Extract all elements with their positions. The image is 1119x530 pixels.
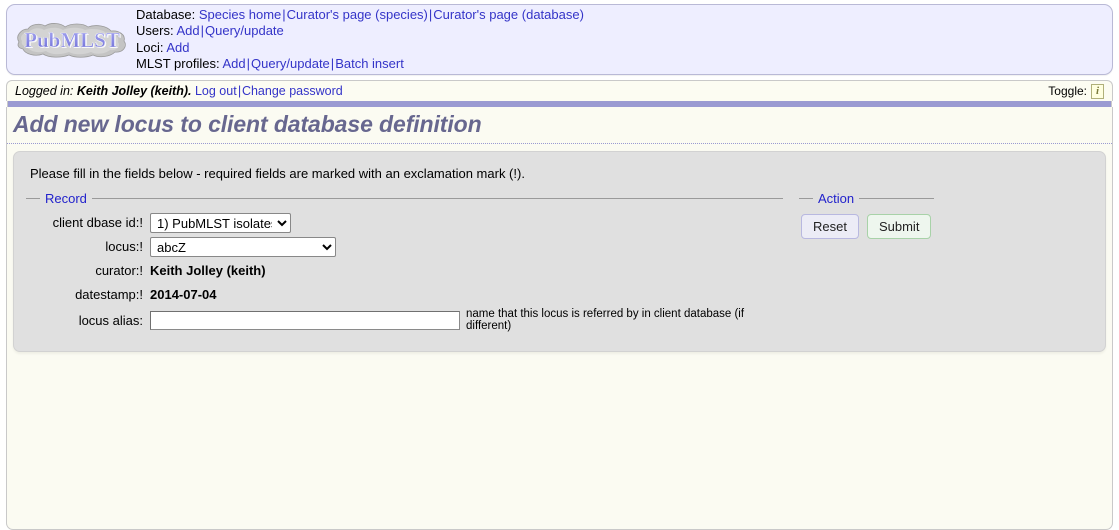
logged-in-prefix: Logged in: (15, 83, 74, 98)
label-locus: locus:! (105, 239, 143, 254)
field-row-client-dbase-id: client dbase id:! 1) PubMLST isolates (26, 212, 783, 233)
link-users-query-update[interactable]: Query/update (205, 23, 284, 38)
svg-text:PubMLST: PubMLST (24, 28, 120, 52)
field-row-curator: curator:! Keith Jolley (keith) (26, 260, 783, 281)
value-curator: Keith Jolley (keith) (150, 263, 266, 278)
link-profiles-query-update[interactable]: Query/update (251, 56, 330, 71)
nav-label-database: Database: (136, 6, 196, 22)
action-buttons: Reset Submit (799, 212, 934, 239)
form-panel: Please fill in the fields below - requir… (13, 151, 1106, 352)
form-columns: Record client dbase id:! 1) PubMLST isol… (26, 191, 1093, 335)
link-species-home[interactable]: Species home (199, 7, 281, 22)
nav-line-mlst-profiles: MLST profiles: Add|Query/update|Batch in… (136, 56, 1112, 73)
nav-line-users: Users: Add|Query/update (136, 23, 1112, 40)
link-profiles-batch-insert[interactable]: Batch insert (335, 56, 404, 71)
action-legend: Action (818, 191, 855, 206)
logged-in-user: Keith Jolley (keith). (76, 83, 192, 98)
reset-button[interactable]: Reset (801, 214, 859, 239)
field-row-locus: locus:! abcZ (26, 236, 783, 257)
toggle-label: Toggle: (1048, 83, 1087, 98)
client-dbase-id-select[interactable]: 1) PubMLST isolates (150, 212, 291, 233)
pubmlst-logo: PubMLST PubMLST (7, 20, 132, 60)
label-datestamp: datestamp:! (75, 287, 143, 302)
content-shell: Add new locus to client database definit… (6, 107, 1113, 530)
field-row-datestamp: datestamp:! 2014-07-04 (26, 284, 783, 305)
header-navigation: Database: Species home|Curator's page (s… (132, 7, 1112, 73)
label-client-dbase-id: client dbase id:! (52, 215, 143, 230)
toggle-area: Toggle: i (1048, 81, 1104, 102)
nav-label-loci: Loci: (136, 39, 164, 55)
locus-alias-hint: name that this locus is referred by in c… (466, 308, 745, 332)
nav-line-loci: Loci: Add (136, 40, 1112, 57)
locus-alias-input[interactable] (150, 310, 460, 330)
link-curators-page-species[interactable]: Curator's page (species) (287, 7, 428, 22)
value-datestamp: 2014-07-04 (150, 287, 217, 302)
form-instruction: Please fill in the fields below - requir… (30, 166, 525, 181)
locus-select[interactable]: abcZ (150, 236, 336, 257)
submit-button[interactable]: Submit (866, 214, 932, 239)
link-loci-add[interactable]: Add (166, 40, 189, 55)
login-status-bar: Logged in: Keith Jolley (keith). Log out… (6, 80, 1113, 101)
change-password-link[interactable]: Change password (242, 84, 343, 98)
nav-line-database: Database: Species home|Curator's page (s… (136, 7, 1112, 24)
login-info: Logged in: Keith Jolley (keith). Log out… (15, 81, 343, 102)
field-row-locus-alias: locus alias: name that this locus is ref… (26, 308, 783, 332)
record-legend: Record (45, 191, 87, 206)
action-fieldset: Action Reset Submit (799, 191, 934, 239)
info-toggle-icon[interactable]: i (1091, 83, 1104, 99)
link-users-add[interactable]: Add (176, 23, 199, 38)
site-header: PubMLST PubMLST Database: Species home|C… (6, 4, 1113, 75)
logout-link[interactable]: Log out (195, 84, 237, 98)
link-curators-page-database[interactable]: Curator's page (database) (433, 7, 584, 22)
nav-label-mlst-profiles: MLST profiles: (136, 56, 220, 71)
page-title: Add new locus to client database definit… (7, 107, 1112, 144)
label-locus-alias: locus alias: (78, 312, 143, 328)
record-fieldset: Record client dbase id:! 1) PubMLST isol… (26, 191, 783, 335)
pubmlst-logo-image: PubMLST PubMLST (16, 22, 126, 58)
link-profiles-add[interactable]: Add (222, 56, 245, 71)
nav-label-users: Users: (136, 23, 174, 38)
label-curator: curator:! (95, 263, 143, 278)
